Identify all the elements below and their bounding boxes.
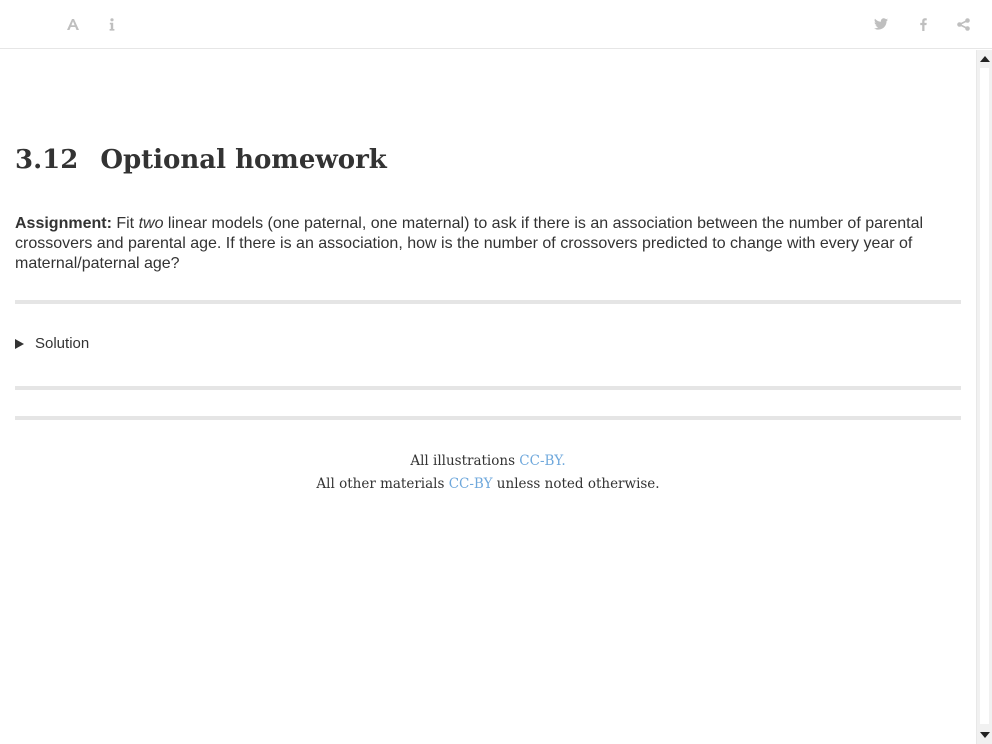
book-toolbar [0, 0, 992, 49]
footer-illustrations-text: All illustrations [410, 453, 520, 469]
font-settings-icon[interactable] [63, 14, 83, 34]
footer-line-illustrations: All illustrations CC-BY. [0, 453, 976, 469]
assignment-label: Assignment: [15, 215, 112, 232]
facebook-icon[interactable] [913, 14, 933, 34]
assignment-text-before: Fit [111, 215, 139, 232]
solution-summary: Solution [35, 335, 90, 352]
info-icon[interactable] [102, 14, 122, 34]
share-icon[interactable] [953, 14, 973, 34]
assignment-emphasis: two [138, 215, 164, 232]
cc-by-illustrations-link[interactable]: CC-BY. [519, 453, 565, 469]
divider-bottom [15, 416, 961, 420]
scroll-thumb[interactable] [980, 68, 989, 724]
scroll-up-arrow-icon[interactable] [980, 56, 990, 62]
cc-by-materials-link[interactable]: CC-BY [449, 476, 493, 492]
assignment-paragraph: Assignment: Fit two linear models (one p… [15, 214, 961, 274]
section-heading: 3.12 Optional homework [15, 145, 387, 175]
solution-toggle[interactable]: Solution [15, 335, 89, 352]
page-content: 3.12 Optional homework Assignment: Fit tw… [0, 50, 976, 744]
divider-top [15, 300, 961, 304]
section-number: 3.12 [15, 145, 79, 175]
footer-line-materials: All other materials CC-BY unless noted o… [0, 476, 976, 492]
vertical-scrollbar[interactable] [976, 50, 992, 744]
footer-materials-text: All other materials [316, 476, 449, 492]
disclosure-triangle-icon [15, 338, 24, 349]
scroll-down-arrow-icon[interactable] [980, 732, 990, 738]
twitter-icon[interactable] [871, 14, 891, 34]
divider-middle [15, 386, 961, 390]
footer-materials-suffix: unless noted otherwise. [492, 476, 660, 492]
section-title: Optional homework [100, 145, 387, 175]
